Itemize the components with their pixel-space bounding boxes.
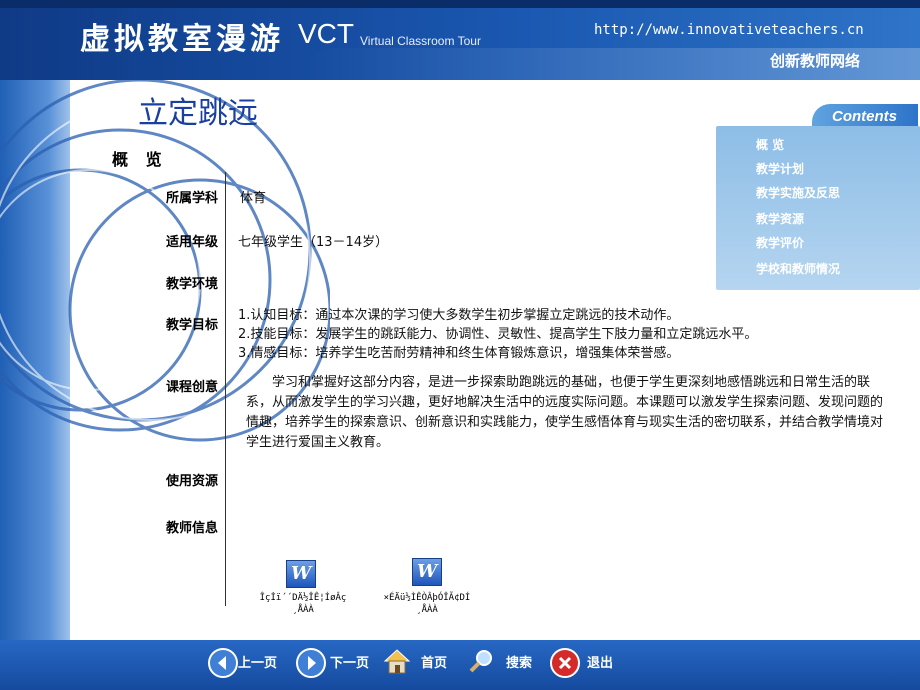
arrow-right-icon[interactable] [296, 648, 326, 678]
environment-label: 教学环境 [165, 277, 218, 292]
subject-label: 所属学科 [165, 191, 218, 206]
document-name[interactable]: Îçİï´´DÄ½ÎÊ¦ÍøÂç ¸ÅÀÀ [248, 592, 358, 616]
page-title: 立定跳远 [138, 96, 258, 131]
contents-menu: 概 览 教学计划 教学实施及反思 教学资源 教学评价 学校和教师情况 [716, 126, 920, 290]
search-button[interactable]: 搜索 [506, 652, 532, 671]
site-logo-text: 虚拟教室漫游 [80, 22, 284, 57]
menu-item-implementation[interactable]: 教学实施及反思 [756, 184, 840, 201]
section-heading: 概 览 [112, 150, 168, 169]
teacher-info-label: 教师信息 [165, 521, 218, 536]
goal-affective: 3.情感目标：培养学生吃苦耐劳精神和终生体育锻炼意识，增强集体荣誉感。 [238, 346, 680, 361]
exit-button[interactable]: 退出 [587, 652, 613, 671]
goal-skill: 2.技能目标：发展学生的跳跃能力、协调性、灵敏性、提高学生下肢力量和立定跳远水平… [238, 327, 758, 342]
resources-label: 使用资源 [165, 474, 218, 489]
vct-logo: VCT [298, 18, 354, 49]
divider-line [225, 172, 226, 606]
site-url[interactable]: http://www.innovativeteachers.cn [594, 22, 864, 38]
word-document-icon[interactable]: W [412, 558, 442, 586]
goals-label: 教学目标 [165, 318, 218, 333]
org-name: 创新教师网络 [770, 52, 861, 70]
document-name[interactable]: ×ÉÄü½ÌÊÒÂþÓÎÃ¢DÍ ¸ÅÀÀ [372, 592, 482, 616]
contents-label: Contents [832, 108, 897, 125]
menu-item-resources[interactable]: 教学资源 [756, 210, 804, 227]
next-page-button[interactable]: 下一页 [330, 652, 369, 671]
grade-label: 适用年级 [165, 235, 218, 250]
goal-cognitive: 1.认知目标：通过本次课的学习使大多数学生初步掌握立定跳远的技术动作。 [238, 308, 680, 323]
home-button[interactable]: 首页 [421, 652, 447, 671]
arrow-left-icon[interactable] [208, 648, 238, 678]
menu-item-plan[interactable]: 教学计划 [756, 160, 804, 177]
word-document-icon[interactable]: W [286, 560, 316, 588]
menu-item-evaluation[interactable]: 教学评价 [756, 234, 804, 251]
vct-subtitle: Virtual Classroom Tour [360, 34, 481, 48]
magnifier-icon[interactable] [468, 648, 494, 674]
subject-value: 体育 [240, 191, 267, 206]
idea-label: 课程创意 [165, 380, 218, 395]
close-icon[interactable] [550, 648, 580, 678]
menu-item-school-teacher[interactable]: 学校和教师情况 [756, 260, 840, 277]
menu-item-overview[interactable]: 概 览 [756, 136, 784, 153]
grade-value: 七年级学生（13－14岁） [238, 235, 389, 250]
header-stripe [0, 0, 920, 8]
bottom-nav-bar [0, 640, 920, 690]
home-icon[interactable] [383, 648, 411, 674]
idea-paragraph: 学习和掌握好这部分内容，是进一步探索助跑跳远的基础，也便于学生更深刻地感悟跳远和… [246, 375, 884, 450]
prev-page-button[interactable]: 上一页 [238, 652, 277, 671]
